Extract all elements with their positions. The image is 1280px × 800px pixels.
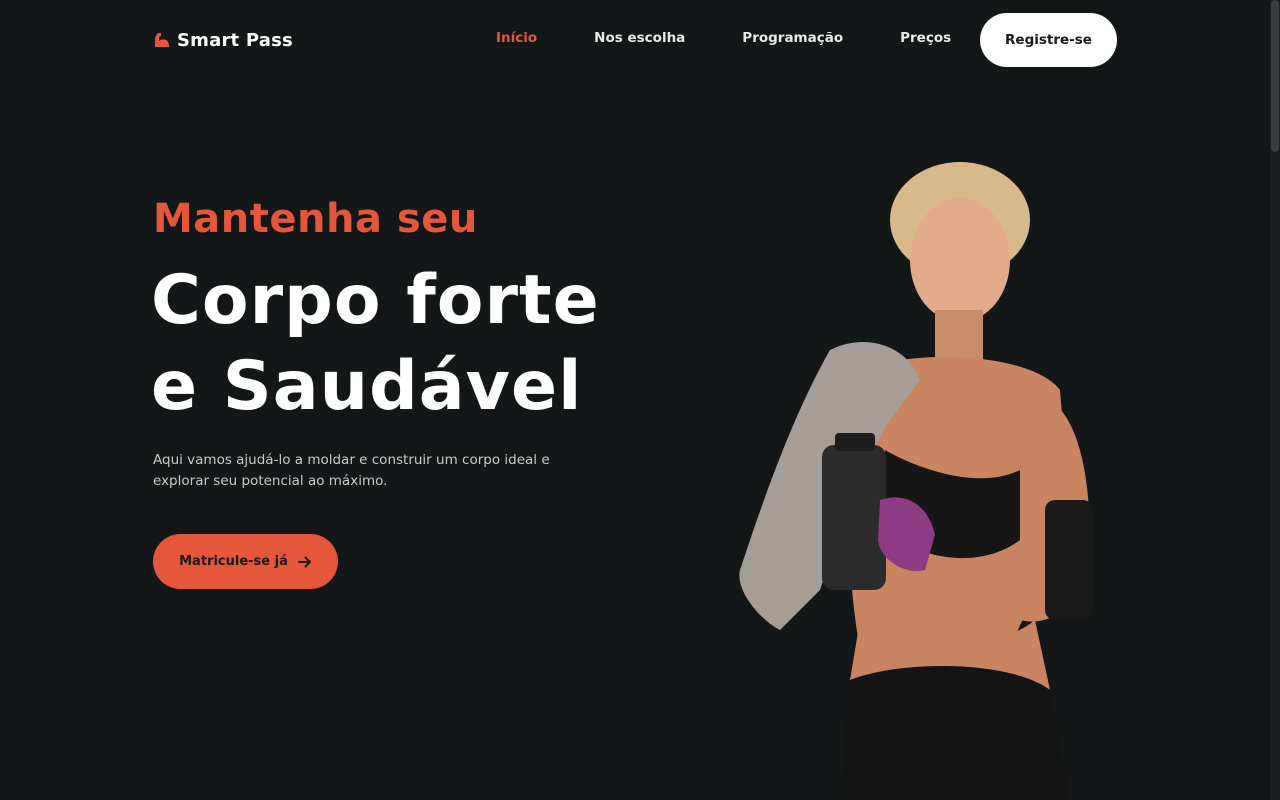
brand-logo[interactable]: Smart Pass [153, 27, 293, 53]
nav-item-precos[interactable]: Preços [900, 30, 951, 46]
scrollbar-thumb[interactable] [1271, 0, 1279, 152]
nav-item-nos-escolha[interactable]: Nos escolha [594, 30, 685, 46]
nav-item-inicio[interactable]: Início [496, 30, 537, 46]
register-button[interactable]: Registre-se [980, 13, 1117, 67]
hero-kicker: Mantenha seu [153, 196, 478, 242]
hero-athlete-image [739, 162, 1093, 800]
hero-description: Aqui vamos ajudá-lo a moldar e construir… [153, 452, 550, 489]
hero-title: Corpo forte e Saudável [151, 258, 751, 430]
brand-name: Smart Pass [177, 29, 293, 51]
nav-links: Início Nos escolha Programação Preços [496, 30, 951, 46]
enroll-button-label: Matricule-se já [179, 554, 288, 569]
hero-title-line-1: Corpo forte [151, 261, 600, 340]
arrow-right-icon [297, 556, 311, 567]
page-scrollbar[interactable] [1270, 0, 1280, 800]
top-navigation: Smart Pass Início Nos escolha Programaçã… [0, 0, 1270, 80]
hero-title-line-2: e Saudável [151, 347, 583, 426]
enroll-button[interactable]: Matricule-se já [153, 534, 338, 589]
flexed-arm-icon [155, 33, 169, 47]
nav-item-programacao[interactable]: Programação [742, 30, 843, 46]
